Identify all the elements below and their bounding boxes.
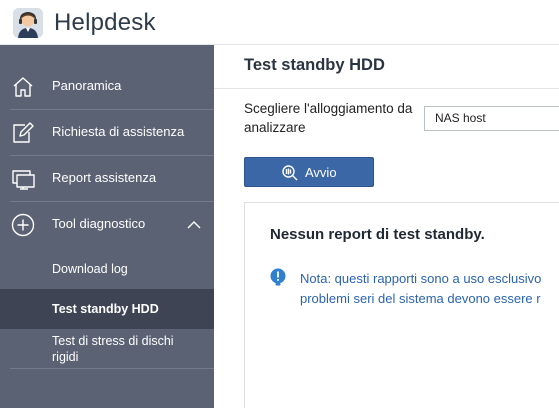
- sidebar-item-panoramica[interactable]: Panoramica: [0, 64, 214, 110]
- app-header: Helpdesk: [0, 0, 559, 45]
- sidebar: Panoramica Richiesta di assistenza Repor…: [0, 45, 214, 408]
- report-panel: Nessun report di test standby. Nota: que…: [244, 202, 559, 408]
- sidebar-divider: [10, 368, 214, 369]
- start-button[interactable]: Avvio: [244, 157, 374, 187]
- helpdesk-agent-icon: [13, 8, 43, 38]
- sidebar-subitem-test-standby[interactable]: Test standby HDD: [0, 289, 214, 329]
- helpdesk-app: Helpdesk Panoramica Richiesta di assiste…: [0, 0, 559, 408]
- main-content: Test standby HDD Scegliere l'alloggiamen…: [214, 45, 559, 408]
- app-title: Helpdesk: [54, 9, 156, 36]
- enclosure-select[interactable]: NAS host: [424, 106, 559, 131]
- page-title: Test standby HDD: [244, 56, 385, 74]
- scan-search-icon: [281, 164, 299, 182]
- title-divider: [214, 88, 559, 89]
- sidebar-item-label: Report assistenza: [52, 170, 157, 185]
- home-icon: [11, 75, 35, 99]
- sidebar-subitem-download-log[interactable]: Download log: [0, 252, 214, 289]
- edit-icon: [11, 121, 35, 145]
- note-line: problemi seri del sistema devono essere …: [300, 291, 541, 306]
- note-line: Nota: questi rapporti sono a uso esclusi…: [300, 271, 542, 286]
- sidebar-item-tool-diagnostico[interactable]: Tool diagnostico: [0, 202, 214, 248]
- report-panel-title: Nessun report di test standby.: [270, 226, 485, 243]
- sidebar-subitem-label: Test di stress di dischi rigidi: [52, 334, 174, 364]
- sidebar-item-label: Richiesta di assistenza: [52, 124, 185, 139]
- enclosure-label: Scegliere l'alloggiamento da analizzare: [244, 101, 413, 135]
- sidebar-subitem-label: Download log: [52, 262, 128, 276]
- monitor-icon: [11, 167, 35, 191]
- plus-circle-icon: [11, 213, 35, 237]
- note-text: Nota: questi rapporti sono a uso esclusi…: [300, 269, 541, 309]
- info-bulb-icon: [269, 268, 287, 286]
- sidebar-item-report[interactable]: Report assistenza: [0, 156, 214, 202]
- enclosure-select-value: NAS host: [435, 111, 486, 125]
- chevron-up-icon[interactable]: [186, 217, 202, 233]
- sidebar-subitem-label: Test standby HDD: [52, 302, 159, 316]
- sidebar-item-label: Tool diagnostico: [52, 216, 146, 231]
- sidebar-subitem-stress-test[interactable]: Test di stress di dischi rigidi: [0, 329, 214, 369]
- sidebar-item-richiesta[interactable]: Richiesta di assistenza: [0, 110, 214, 156]
- start-button-label: Avvio: [305, 165, 337, 180]
- sidebar-item-label: Panoramica: [52, 78, 122, 93]
